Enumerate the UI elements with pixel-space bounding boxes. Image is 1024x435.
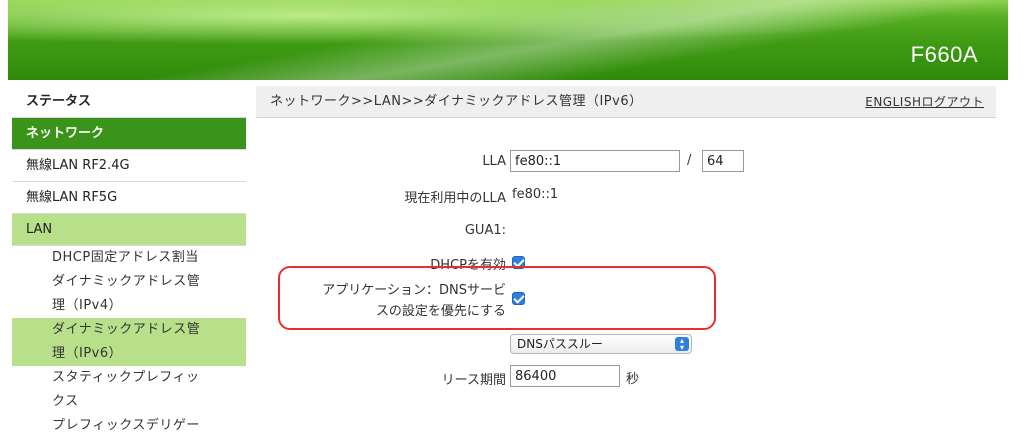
sidebar-item-wlan-24g[interactable]: 無線LAN RF2.4G [12, 150, 246, 182]
sidebar-subitem-label: クス [52, 394, 79, 409]
header-links: ENGLISHログアウト [865, 86, 984, 118]
gua1-row: GUA1: [256, 223, 996, 243]
current-lla-row: 現在利用中のLLA fe80::1 [256, 187, 996, 207]
lease-row: リース期間 秒 [256, 365, 996, 389]
lla-input[interactable] [510, 150, 680, 172]
lla-label: LLA [482, 154, 506, 169]
banner-shine [8, 0, 1008, 80]
dns-mode-value: DNSパススルー [517, 337, 603, 351]
select-arrow-icon: ▴ ▾ [675, 337, 689, 352]
sidebar-subitem-label: ダイナミックアドレス管 [52, 274, 201, 289]
breadcrumb: ネットワーク>>LAN>>ダイナミックアドレス管理（IPv6） [270, 94, 643, 109]
sidebar-subitem-label: 理（IPv4） [52, 298, 123, 313]
sidebar-subitem-label: プレフィックスデリゲー [52, 418, 200, 433]
gua1-label: GUA1: [464, 223, 506, 238]
sidebar-subitem-label: スタティックプレフィッ [52, 370, 200, 385]
lla-prefix-input[interactable] [702, 150, 744, 172]
sidebar-subitem-prefix-delegation[interactable]: プレフィックスデリゲー [12, 414, 246, 435]
sidebar-subitem-dhcp-static[interactable]: DHCP固定アドレス割当 [12, 246, 246, 270]
current-lla-value: fe80::1 [512, 187, 559, 202]
sidebar-subitem-dynamic-ipv6[interactable]: ダイナミックアドレス管 理（IPv6） [12, 318, 246, 366]
lla-row: LLA / [256, 150, 996, 174]
sidebar-item-network[interactable]: ネットワーク [12, 118, 246, 150]
sidebar: ステータス ネットワーク 無線LAN RF2.4G 無線LAN RF5G LAN… [12, 86, 246, 435]
sidebar-item-status[interactable]: ステータス [12, 86, 246, 118]
lease-label: リース期間 [441, 373, 506, 388]
dns-mode-select[interactable]: DNSパススルー ▴ ▾ [510, 334, 692, 354]
app-dns-label-line1: アプリケーション：DNSサービ [322, 283, 506, 298]
sidebar-subitem-static-prefix[interactable]: スタティックプレフィッ クス [12, 366, 246, 414]
app-dns-checkbox[interactable] [512, 292, 525, 305]
logout-link[interactable]: ログアウト [921, 95, 984, 109]
app-dns-row: アプリケーション：DNSサービ スの設定を優先にする [256, 279, 996, 323]
lla-separator: / [687, 153, 692, 168]
sidebar-item-wlan-5g[interactable]: 無線LAN RF5G [12, 182, 246, 214]
header-banner: F660A [8, 0, 1008, 80]
sidebar-subitem-dynamic-ipv4[interactable]: ダイナミックアドレス管 理（IPv4） [12, 270, 246, 318]
app-dns-label-line2: スの設定を優先にする [375, 304, 506, 319]
sidebar-item-lan[interactable]: LAN [12, 214, 246, 246]
breadcrumb-bar: ネットワーク>>LAN>>ダイナミックアドレス管理（IPv6） ENGLISHロ… [256, 86, 996, 118]
sidebar-subitem-label: 理（IPv6） [52, 346, 123, 361]
main-content: ネットワーク>>LAN>>ダイナミックアドレス管理（IPv6） ENGLISHロ… [256, 86, 996, 435]
model-name: F660A [910, 42, 978, 67]
sidebar-subitem-label: DHCP固定アドレス割当 [52, 250, 199, 265]
lease-unit: 秒 [626, 372, 640, 387]
sidebar-subitem-label: ダイナミックアドレス管 [52, 322, 201, 337]
lease-input[interactable] [510, 365, 620, 387]
english-link[interactable]: ENGLISH [865, 95, 921, 109]
current-lla-label: 現在利用中のLLA [404, 191, 506, 206]
